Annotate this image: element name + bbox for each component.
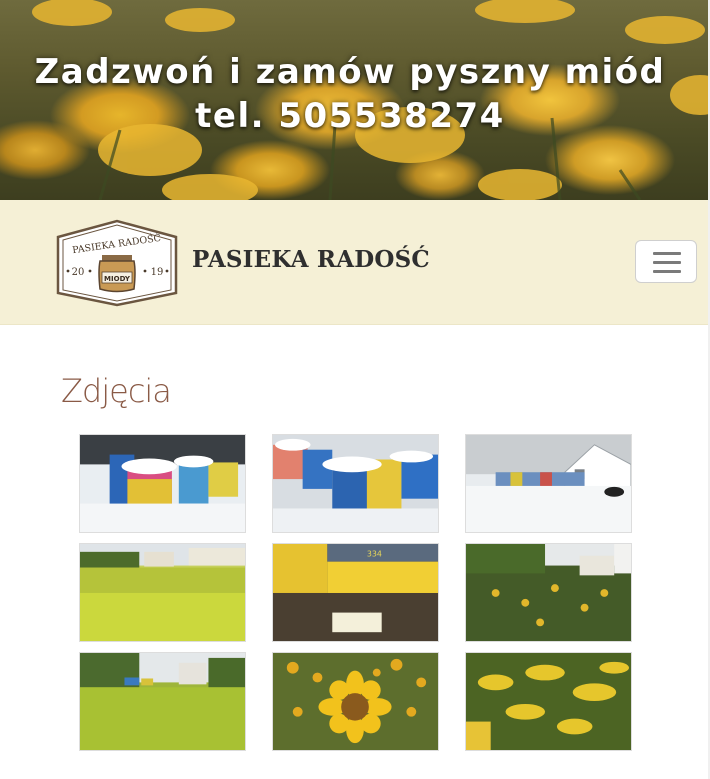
hamburger-menu-icon xyxy=(653,270,681,273)
hero-line-2: tel. 505538274 xyxy=(195,96,505,136)
hamburger-menu-icon xyxy=(653,261,681,264)
gallery-photo-goldenrod-hive[interactable] xyxy=(465,652,632,751)
pasieka-logo-icon: PASIEKA RADOŚĆ MIODY 20 19 xyxy=(56,219,178,307)
gallery-photo-winter-hives-2[interactable] xyxy=(272,434,439,533)
svg-text:334: 334 xyxy=(367,550,382,559)
gallery-photo-yellow-hive-boxes[interactable]: 334 xyxy=(272,543,439,642)
brand-name[interactable]: PASIEKA RADOŚĆ xyxy=(192,246,430,273)
hero-call-to-action: Zadzwoń i zamów pyszny miód tel. 5055382… xyxy=(0,50,700,138)
navbar-toggler-button[interactable] xyxy=(635,240,697,283)
page-heading: Zdjęcia xyxy=(61,372,172,410)
logo-jar-label: MIODY xyxy=(104,275,131,283)
gallery-photo-winter-hives-1[interactable] xyxy=(79,434,246,533)
gallery-photo-winter-apiary-house[interactable] xyxy=(465,434,632,533)
logo-year-left: 20 xyxy=(72,267,85,278)
gallery-photo-meadow-hives[interactable] xyxy=(79,652,246,751)
brand-logo[interactable]: PASIEKA RADOŚĆ MIODY 20 19 xyxy=(54,217,180,307)
gallery-photo-sunflower-field-hives[interactable] xyxy=(465,543,632,642)
hero-line-1: Zadzwoń i zamów pyszny miód xyxy=(34,52,666,92)
gallery-photo-rapeseed-field-village[interactable] xyxy=(79,543,246,642)
gallery-photo-sunflower-closeup[interactable] xyxy=(272,652,439,751)
logo-year-right: 19 xyxy=(151,267,164,278)
hero-banner: Zadzwoń i zamów pyszny miód tel. 5055382… xyxy=(0,0,710,200)
hamburger-menu-icon xyxy=(653,252,681,255)
